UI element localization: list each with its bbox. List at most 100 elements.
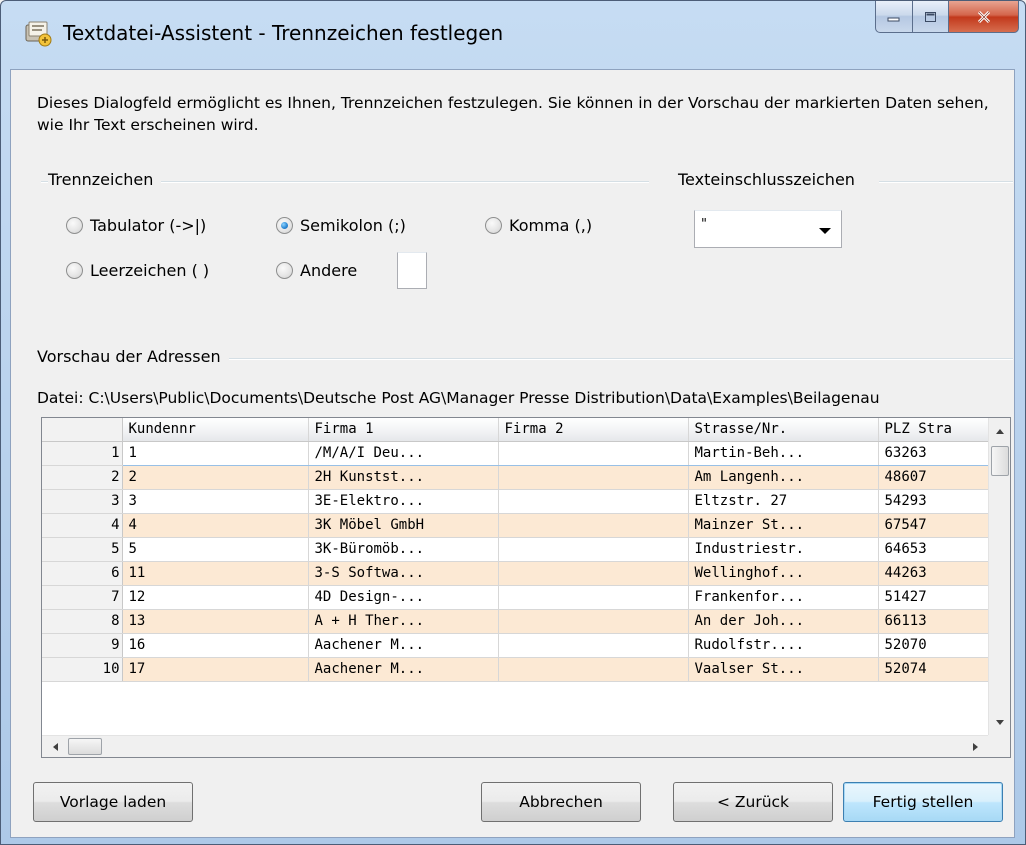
title-bar[interactable]: Textdatei-Assistent - Trennzeichen festl…	[1, 1, 1025, 69]
radio-button[interactable]	[485, 217, 502, 234]
table-cell: Frankenfor...	[688, 585, 879, 610]
table-cell: Rudolfstr....	[688, 633, 879, 658]
table-cell: 13	[122, 609, 309, 634]
table-cell	[498, 440, 689, 466]
table-cell: Industriestr.	[688, 537, 879, 562]
vertical-scroll-thumb[interactable]	[991, 446, 1009, 476]
scroll-right-icon[interactable]	[969, 737, 983, 757]
table-cell: An der Joh...	[688, 609, 879, 634]
text-qualifier-dropdown[interactable]: "	[694, 210, 842, 248]
load-template-button[interactable]: Vorlage laden	[33, 782, 193, 822]
table-cell: 64653	[878, 537, 990, 562]
row-number: 2	[42, 465, 123, 490]
minimize-icon	[887, 17, 900, 21]
maximize-button[interactable]	[913, 1, 949, 33]
column-header[interactable]: Firma 1	[308, 418, 499, 442]
table-cell: 51427	[878, 585, 990, 610]
table-row[interactable]: 9 16 Aachener M... Rudolfstr.... 52070	[42, 633, 990, 658]
radio-andere[interactable]: Andere	[276, 261, 357, 280]
radio-button[interactable]	[276, 262, 293, 279]
table-cell: Martin-Beh...	[688, 440, 879, 466]
scroll-left-icon[interactable]	[48, 737, 62, 757]
table-cell	[498, 657, 689, 682]
radio-button-checked[interactable]	[276, 217, 293, 234]
table-cell: Vaalser St...	[688, 657, 879, 682]
back-button[interactable]: < Zurück	[673, 782, 833, 822]
preview-group-label: Vorschau der Adressen	[37, 347, 229, 366]
row-number: 5	[42, 537, 123, 562]
preview-grid[interactable]: Kundennr Firma 1 Firma 2 Strasse/Nr. PLZ…	[41, 417, 1011, 758]
table-cell: 3E-Elektro...	[308, 489, 499, 514]
delimiter-group-label: Trennzeichen	[48, 170, 162, 189]
maximize-icon	[924, 11, 936, 22]
scroll-down-icon[interactable]	[990, 716, 1010, 730]
row-number: 6	[42, 561, 123, 586]
table-row[interactable]: 6 11 3-S Softwa... Wellinghof... 44263	[42, 561, 990, 586]
table-cell	[498, 537, 689, 562]
table-cell: 5	[122, 537, 309, 562]
vertical-scrollbar[interactable]	[988, 418, 1010, 736]
table-row[interactable]: 7 12 4D Design-... Frankenfor... 51427	[42, 585, 990, 610]
cancel-button[interactable]: Abbrechen	[481, 782, 641, 822]
radio-button[interactable]	[66, 262, 83, 279]
table-cell: 16	[122, 633, 309, 658]
table-cell: /M/A/I Deu...	[308, 440, 499, 466]
dialog-window: Textdatei-Assistent - Trennzeichen festl…	[0, 0, 1026, 845]
row-number: 3	[42, 489, 123, 514]
preview-table: Kundennr Firma 1 Firma 2 Strasse/Nr. PLZ…	[42, 418, 990, 682]
horizontal-scroll-thumb[interactable]	[68, 738, 102, 755]
wizard-app-icon	[25, 21, 52, 47]
table-row[interactable]: 1 1 /M/A/I Deu... Martin-Beh... 63263	[42, 440, 990, 466]
radio-label: Leerzeichen ( )	[90, 261, 210, 280]
table-cell: Aachener M...	[308, 633, 499, 658]
table-cell: 54293	[878, 489, 990, 514]
table-cell: 3K-Büromöb...	[308, 537, 499, 562]
table-cell: 67547	[878, 513, 990, 538]
dialog-client-area: Dieses Dialogfeld ermöglicht es Ihnen, T…	[10, 69, 1015, 838]
radio-label: Komma (,)	[509, 216, 593, 235]
other-delimiter-input[interactable]	[397, 252, 427, 289]
qualifier-group-line	[879, 181, 1013, 183]
table-row[interactable]: 8 13 A + H Ther... An der Joh... 66113	[42, 609, 990, 634]
table-cell: 1	[122, 440, 309, 466]
minimize-button[interactable]	[875, 1, 913, 33]
table-row[interactable]: 4 4 3K Möbel GmbH Mainzer St... 67547	[42, 513, 990, 538]
table-header-row: Kundennr Firma 1 Firma 2 Strasse/Nr. PLZ…	[42, 418, 990, 442]
radio-komma[interactable]: Komma (,)	[485, 216, 592, 235]
table-cell	[498, 585, 689, 610]
table-cell	[498, 609, 689, 634]
table-cell: 12	[122, 585, 309, 610]
scroll-up-icon[interactable]	[990, 424, 1010, 438]
table-cell: 2	[122, 465, 309, 490]
column-header[interactable]: Strasse/Nr.	[688, 418, 879, 442]
table-cell: Am Langenh...	[688, 465, 879, 490]
table-cell	[498, 513, 689, 538]
radio-leerzeichen[interactable]: Leerzeichen ( )	[66, 261, 209, 280]
table-row[interactable]: 5 5 3K-Büromöb... Industriestr. 64653	[42, 537, 990, 562]
table-row[interactable]: 10 17 Aachener M... Vaalser St... 52074	[42, 657, 990, 682]
row-number: 10	[42, 657, 123, 682]
table-cell: Wellinghof...	[688, 561, 879, 586]
column-header[interactable]: Kundennr	[122, 418, 309, 442]
radio-tabulator[interactable]: Tabulator (->|)	[66, 216, 206, 235]
table-cell	[498, 465, 689, 490]
table-cell: 52074	[878, 657, 990, 682]
column-header[interactable]: Firma 2	[498, 418, 689, 442]
text-qualifier-value: "	[701, 217, 707, 232]
finish-button[interactable]: Fertig stellen	[843, 782, 1003, 822]
qualifier-group-label: Texteinschlusszeichen	[678, 170, 863, 189]
radio-semikolon[interactable]: Semikolon (;)	[276, 216, 406, 235]
column-header[interactable]: PLZ Stra	[878, 418, 990, 442]
table-row[interactable]: 2 2 2H Kunstst... Am Langenh... 48607	[42, 465, 990, 490]
horizontal-scrollbar[interactable]	[42, 735, 989, 757]
row-number: 7	[42, 585, 123, 610]
radio-label: Tabulator (->|)	[90, 216, 207, 235]
row-number-header	[42, 418, 123, 442]
close-button[interactable]	[949, 1, 1019, 33]
row-number: 8	[42, 609, 123, 634]
table-cell: 63263	[878, 440, 990, 466]
table-cell: 4	[122, 513, 309, 538]
table-row[interactable]: 3 3 3E-Elektro... Eltzstr. 27 54293	[42, 489, 990, 514]
table-cell	[498, 489, 689, 514]
radio-button[interactable]	[66, 217, 83, 234]
